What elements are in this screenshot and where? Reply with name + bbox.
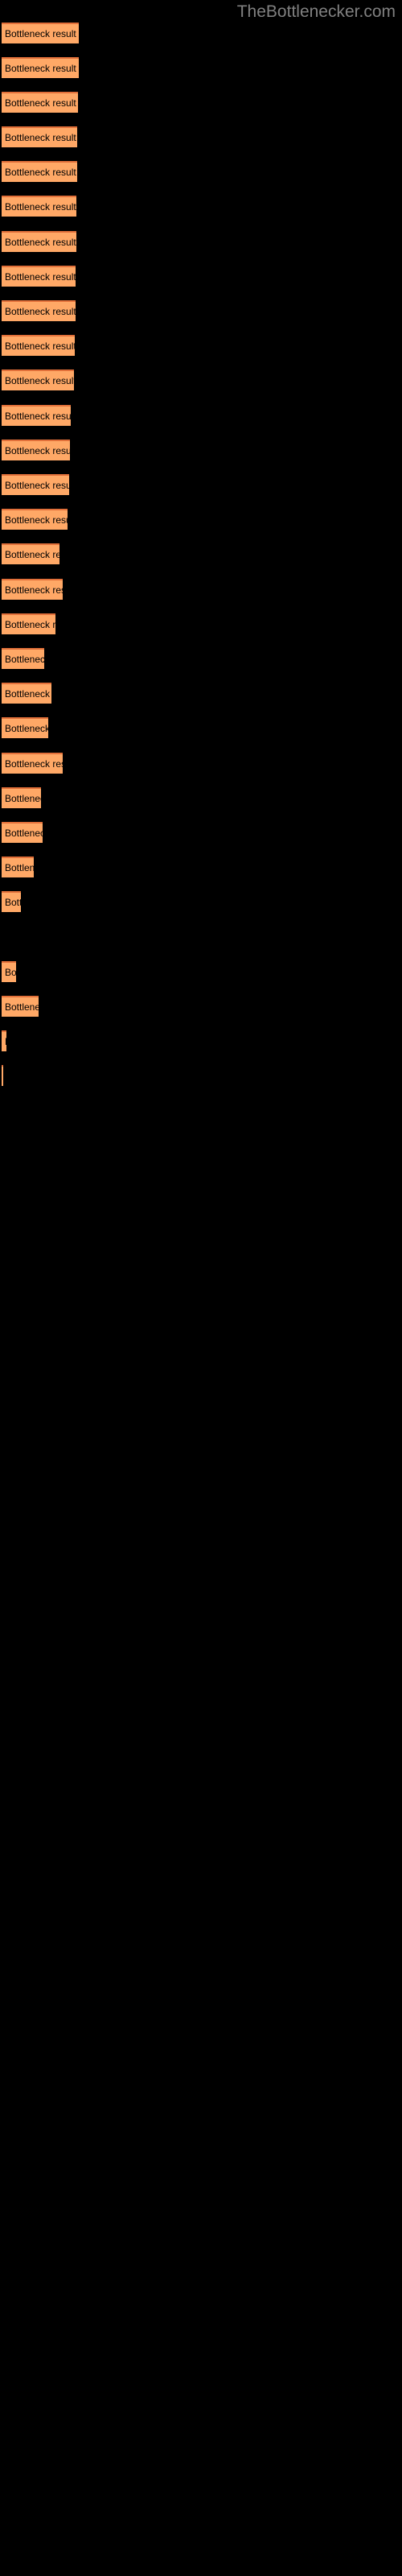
bar-segment[interactable]: Bottleneck result <box>2 369 74 390</box>
bar-label: Bottleneck result <box>5 793 41 804</box>
bar-label: Bottleneck result <box>5 1034 6 1049</box>
chart-root: TheBottlenecker.com Bottleneck result Bot… <box>0 0 402 2576</box>
bar-segment[interactable]: Bottleneck result <box>2 857 34 877</box>
bar-label: Bottleneck result <box>5 549 59 560</box>
bar-label: Bottleneck result <box>5 132 76 143</box>
bar-label: Bottleneck result <box>5 445 70 456</box>
bar-segment[interactable]: Bottleneck result <box>2 961 16 982</box>
bar-label: Bottleneck result <box>5 341 75 352</box>
bar-label: Bottleneck result <box>5 1001 39 1013</box>
bar-label: Bottleneck result <box>5 63 76 74</box>
bar-label: Bottleneck result <box>5 723 48 734</box>
bar-label: Bottleneck result <box>5 306 76 317</box>
bar-label: Bottleneck result <box>5 480 69 491</box>
bar-segment[interactable]: Bottleneck result <box>2 126 77 147</box>
bar-segment[interactable]: Bottleneck result <box>2 648 44 669</box>
bar-label: Bottleneck result <box>5 28 76 39</box>
bar-label: Bottleneck result <box>5 967 16 978</box>
bar-label: Bottleneck result <box>5 584 63 596</box>
bar-segment[interactable]: Bottleneck result <box>2 891 21 912</box>
bar-label: Bottleneck result <box>5 619 55 630</box>
bar-label: Bottleneck result <box>5 411 71 422</box>
bar-segment[interactable]: Bottleneck result <box>2 717 48 738</box>
bar-segment[interactable]: Bottleneck result <box>2 57 79 78</box>
bar-segment[interactable]: Bottleneck result <box>2 161 77 182</box>
bar-label: Bottleneck result <box>5 514 68 526</box>
bar-label: Bottleneck result <box>5 897 21 908</box>
bar-segment[interactable]: Bottleneck result <box>2 335 75 356</box>
bar-label: Bottleneck result <box>5 201 76 213</box>
bar-segment[interactable]: Bottleneck result <box>2 92 78 113</box>
bar-label: Bottleneck result <box>5 828 43 839</box>
bar-segment[interactable]: Bottleneck result <box>2 613 55 634</box>
bar-segment[interactable]: Bottleneck result <box>2 300 76 321</box>
bar-segment[interactable]: Bottleneck result <box>2 474 69 495</box>
bar-label: Bottleneck result <box>5 167 76 178</box>
bar-segment[interactable]: Bottleneck result <box>2 787 41 808</box>
bar-segment[interactable]: Bottleneck result <box>2 440 70 460</box>
bar-segment[interactable]: Bottleneck result <box>2 996 39 1017</box>
bar-label: Bottleneck result <box>5 654 44 665</box>
bar-label: Bottleneck result <box>5 758 63 770</box>
bar-label: Bottleneck result <box>5 862 34 873</box>
bar-segment[interactable]: Bottleneck result <box>2 579 63 600</box>
bar-segment[interactable]: Bottleneck result <box>2 196 76 217</box>
bar-segment[interactable]: Bottleneck result <box>2 1030 6 1051</box>
bar-segment[interactable]: Bottleneck result <box>2 509 68 530</box>
bar-label: Bottleneck result <box>5 237 76 248</box>
bar-segment[interactable]: Bottleneck result <box>2 231 76 252</box>
bar-segment[interactable]: Bottleneck result <box>2 822 43 843</box>
bar-segment[interactable]: Bottleneck result <box>2 683 51 704</box>
bar-segment[interactable]: Bottleneck result <box>2 266 76 287</box>
bar-label: Bottleneck result <box>5 375 74 386</box>
bar-segment[interactable]: Bottleneck result <box>2 753 63 774</box>
bar-segment[interactable]: Bottleneck result <box>2 405 71 426</box>
bar-label: Bottleneck result <box>5 97 76 109</box>
bar-label: Bottleneck result <box>5 688 51 700</box>
bar-segment[interactable]: Bottleneck result <box>2 543 59 564</box>
bar-segment[interactable]: Bottleneck result <box>2 23 79 43</box>
bar-chart-bars-layer: Bottleneck result Bottleneck result Bottle… <box>0 0 402 2576</box>
bar-segment[interactable]: Bottleneck result <box>2 1065 3 1086</box>
bar-label: Bottleneck result <box>5 271 76 283</box>
